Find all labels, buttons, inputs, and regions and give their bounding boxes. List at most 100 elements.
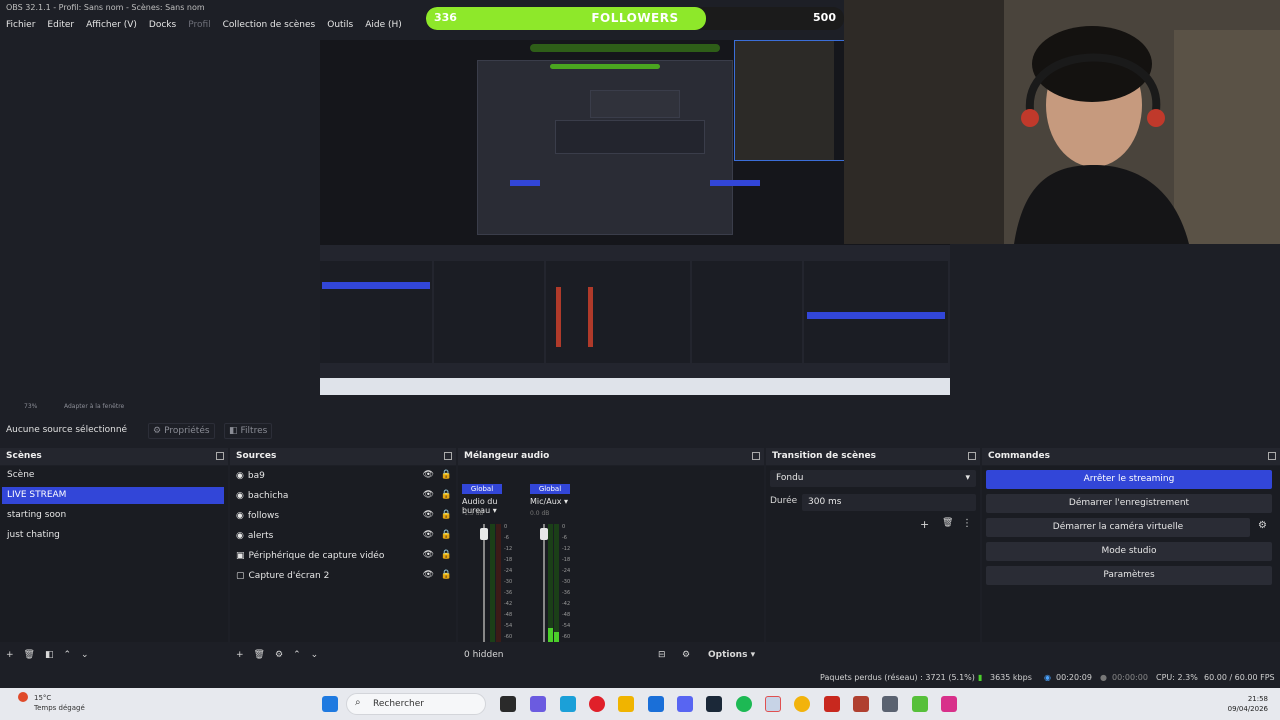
lock-icon[interactable]: 🔒 [441, 550, 452, 560]
instagram-icon[interactable] [941, 696, 957, 712]
fit-window-button[interactable]: Adapter à la fenêtre [64, 403, 124, 410]
clock-date: 09/04/2026 [1227, 705, 1268, 713]
duration-input[interactable]: 300 ms [802, 494, 976, 511]
eye-icon[interactable]: 👁 [423, 550, 434, 560]
app-icon[interactable] [824, 696, 840, 712]
filter-icon[interactable]: ◧ [45, 650, 54, 660]
lock-icon[interactable]: 🔒 [441, 470, 452, 480]
more-icon[interactable]: ⋮ [962, 518, 972, 529]
spotify-icon[interactable] [736, 696, 752, 712]
studio-mode-button[interactable]: Mode studio [986, 542, 1272, 561]
chrome-icon[interactable] [794, 696, 810, 712]
lock-icon[interactable]: 🔒 [441, 570, 452, 580]
undock-icon[interactable] [968, 452, 976, 460]
teams-icon[interactable] [530, 696, 546, 712]
volume-fader[interactable] [483, 524, 485, 642]
menu-collection-scenes[interactable]: Collection de scènes [217, 16, 322, 34]
nested-window-3 [590, 90, 680, 118]
arrow-down-icon[interactable]: ⌄ [311, 650, 319, 660]
gear-icon[interactable]: ⚙ [1258, 520, 1267, 531]
scene-item[interactable]: starting soon [2, 507, 224, 524]
eye-icon[interactable]: 👁 [423, 510, 434, 520]
menu-fichier[interactable]: Fichier [0, 16, 41, 34]
source-item[interactable]: ◉ follows 👁 🔒 [236, 507, 456, 524]
undock-icon[interactable] [444, 452, 452, 460]
scene-item-active[interactable]: LIVE STREAM [2, 487, 224, 504]
gear-icon[interactable]: ⚙ [275, 650, 283, 660]
transition-select[interactable]: Fondu ▾ [770, 470, 976, 487]
steam-icon[interactable] [706, 696, 722, 712]
edge-icon[interactable] [560, 696, 576, 712]
properties-label: Propriétés [164, 426, 210, 436]
menu-editer[interactable]: Editer [41, 16, 80, 34]
trash-icon[interactable]: 🗑 [24, 650, 35, 660]
source-label: follows [247, 510, 280, 521]
windows-start-icon[interactable] [322, 696, 338, 712]
commands-header: Commandes [982, 448, 1280, 465]
menu-profil[interactable]: Profil [182, 16, 216, 34]
lock-icon[interactable]: 🔒 [441, 530, 452, 540]
gear-icon[interactable]: ⚙ [682, 650, 690, 660]
source-label: Capture d'écran 2 [248, 570, 330, 581]
options-button[interactable]: Options ▾ [708, 650, 755, 660]
start-virtual-camera-button[interactable]: Démarrer la caméra virtuelle [986, 518, 1250, 537]
menu-afficher[interactable]: Afficher (V) [80, 16, 143, 34]
undock-icon[interactable] [216, 452, 224, 460]
filters-button[interactable]: ◧ Filtres [224, 423, 273, 439]
source-item[interactable]: ◉ alerts 👁 🔒 [236, 527, 456, 544]
settings-button[interactable]: Paramètres [986, 566, 1272, 585]
zoom-level[interactable]: 73% [24, 403, 37, 410]
trash-icon[interactable]: 🗑 [254, 650, 265, 660]
menu-aide[interactable]: Aide (H) [359, 16, 408, 34]
scene-item[interactable]: just chating [2, 527, 224, 544]
weather-icon[interactable] [18, 692, 28, 702]
add-icon[interactable]: + [920, 518, 929, 531]
arrow-up-icon[interactable]: ⌃ [293, 650, 301, 660]
arrow-down-icon[interactable]: ⌄ [81, 650, 89, 660]
eye-icon[interactable]: 👁 [423, 490, 434, 500]
opera-icon[interactable] [589, 696, 605, 712]
eye-icon[interactable]: 👁 [423, 570, 434, 580]
weather-widget[interactable]: 15°C Temps dégagé [34, 693, 85, 713]
layout-icon[interactable]: ⊟ [658, 650, 666, 660]
undock-icon[interactable] [1268, 452, 1276, 460]
trash-icon[interactable]: 🗑 [942, 518, 953, 528]
add-icon[interactable]: + [236, 650, 244, 660]
app-icon-3[interactable] [912, 696, 928, 712]
channel-device[interactable]: Mic/Aux ▾ [530, 497, 568, 506]
app-icon-2[interactable] [853, 696, 869, 712]
source-item[interactable]: ◉ bachicha 👁 🔒 [236, 487, 456, 504]
start-recording-button[interactable]: Démarrer l'enregistrement [986, 494, 1272, 513]
fader-knob[interactable] [480, 528, 488, 540]
scenes-dock: Scènes Scène LIVE STREAM starting soon j… [0, 448, 228, 668]
source-item[interactable]: ▢ Capture d'écran 2 👁 🔒 [236, 567, 456, 584]
settings-app-icon[interactable] [882, 696, 898, 712]
browser-source-icon: ◉ [236, 470, 244, 481]
task-view-icon[interactable] [500, 696, 516, 712]
eye-icon[interactable]: 👁 [423, 470, 434, 480]
add-icon[interactable]: + [6, 650, 14, 660]
nested-sources [434, 261, 544, 363]
store-icon[interactable] [648, 696, 664, 712]
obs-icon[interactable] [765, 696, 781, 712]
fader-knob[interactable] [540, 528, 548, 540]
arrow-up-icon[interactable]: ⌃ [64, 650, 72, 660]
file-explorer-icon[interactable] [618, 696, 634, 712]
source-item[interactable]: ◉ ba9 👁 🔒 [236, 467, 456, 484]
menu-docks[interactable]: Docks [143, 16, 182, 34]
properties-button[interactable]: ⚙ Propriétés [148, 423, 215, 439]
lock-icon[interactable]: 🔒 [441, 510, 452, 520]
zoom-bar: 73% Adapter à la fenêtre [0, 400, 1280, 414]
mixer-title: Mélangeur audio [464, 451, 550, 461]
discord-icon[interactable] [677, 696, 693, 712]
scene-item[interactable]: Scène [2, 467, 224, 484]
undock-icon[interactable] [752, 452, 760, 460]
volume-fader[interactable] [543, 524, 545, 642]
taskbar-search[interactable]: ⌕ Rechercher [346, 693, 486, 715]
eye-icon[interactable]: 👁 [423, 530, 434, 540]
lock-icon[interactable]: 🔒 [441, 490, 452, 500]
taskbar-clock[interactable]: 21:58 09/04/2026 [1228, 694, 1268, 714]
source-item[interactable]: ▣ Périphérique de capture vidéo 👁 🔒 [236, 547, 456, 564]
menu-outils[interactable]: Outils [321, 16, 359, 34]
stop-streaming-button[interactable]: Arrêter le streaming [986, 470, 1272, 489]
